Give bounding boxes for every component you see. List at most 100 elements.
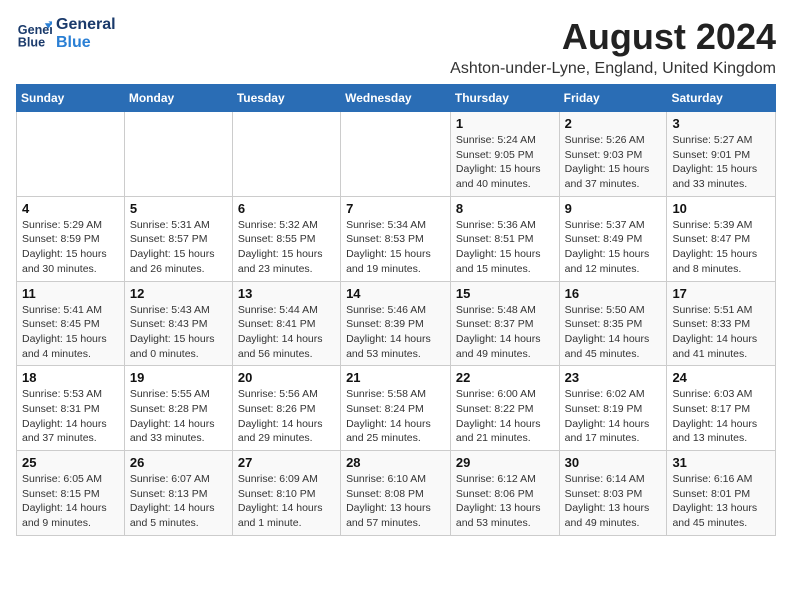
day-number: 6 — [238, 201, 335, 216]
calendar-cell: 9Sunrise: 5:37 AMSunset: 8:49 PMDaylight… — [559, 196, 667, 281]
day-info: Sunrise: 5:56 AMSunset: 8:26 PMDaylight:… — [238, 387, 335, 446]
week-row-3: 11Sunrise: 5:41 AMSunset: 8:45 PMDayligh… — [17, 281, 776, 366]
calendar-cell: 23 Sunrise: 6:02 AMSunset: 8:19 PMDayligh… — [559, 366, 667, 451]
day-number: 12 — [130, 286, 227, 301]
calendar-cell: 27Sunrise: 6:09 AMSunset: 8:10 PMDayligh… — [232, 451, 340, 536]
calendar-cell — [341, 112, 451, 197]
calendar-cell: 24 Sunrise: 6:03 AMSunset: 8:17 PMDayligh… — [667, 366, 776, 451]
day-number: 24 — [672, 370, 770, 385]
day-info: Sunrise: 6:10 AMSunset: 8:08 PMDaylight:… — [346, 472, 445, 531]
logo-line1: General — [56, 16, 116, 34]
calendar-cell: 2 Sunrise: 5:26 AMSunset: 9:03 PMDaylight… — [559, 112, 667, 197]
calendar-cell: 21Sunrise: 5:58 AMSunset: 8:24 PMDayligh… — [341, 366, 451, 451]
day-info: Sunrise: 5:39 AMSunset: 8:47 PMDaylight:… — [672, 218, 770, 277]
calendar-cell: 22Sunrise: 6:00 AMSunset: 8:22 PMDayligh… — [450, 366, 559, 451]
day-header-thursday: Thursday — [450, 85, 559, 112]
day-number: 20 — [238, 370, 335, 385]
day-number: 26 — [130, 455, 227, 470]
day-info: Sunrise: 5:48 AMSunset: 8:37 PMDaylight:… — [456, 303, 554, 362]
calendar-cell: 25 Sunrise: 6:05 AMSunset: 8:15 PMDayligh… — [17, 451, 125, 536]
day-number: 29 — [456, 455, 554, 470]
day-info: Sunrise: 6:12 AMSunset: 8:06 PMDaylight:… — [456, 472, 554, 531]
day-number: 30 — [565, 455, 662, 470]
logo: General Blue General Blue — [16, 16, 116, 52]
page-title: August 2024 — [450, 16, 776, 58]
title-area: August 2024 Ashton-under-Lyne, England, … — [450, 16, 776, 78]
calendar-table: SundayMondayTuesdayWednesdayThursdayFrid… — [16, 84, 776, 536]
day-info: Sunrise: 6:05 AMSunset: 8:15 PMDaylight:… — [22, 472, 119, 531]
calendar-cell: 16 Sunrise: 5:50 AMSunset: 8:35 PMDayligh… — [559, 281, 667, 366]
day-header-wednesday: Wednesday — [341, 85, 451, 112]
day-info: Sunrise: 5:26 AMSunset: 9:03 PMDaylight:… — [565, 133, 662, 192]
day-header-tuesday: Tuesday — [232, 85, 340, 112]
day-number: 1 — [456, 116, 554, 131]
day-number: 31 — [672, 455, 770, 470]
day-info: Sunrise: 5:29 AMSunset: 8:59 PMDaylight:… — [22, 218, 119, 277]
calendar-cell: 5 Sunrise: 5:31 AMSunset: 8:57 PMDaylight… — [124, 196, 232, 281]
day-header-friday: Friday — [559, 85, 667, 112]
header: General Blue General Blue August 2024 As… — [16, 16, 776, 78]
week-row-5: 25 Sunrise: 6:05 AMSunset: 8:15 PMDayligh… — [17, 451, 776, 536]
calendar-cell: 26 Sunrise: 6:07 AMSunset: 8:13 PMDayligh… — [124, 451, 232, 536]
day-number: 25 — [22, 455, 119, 470]
page-subtitle: Ashton-under-Lyne, England, United Kingd… — [450, 60, 776, 78]
day-info: Sunrise: 5:46 AMSunset: 8:39 PMDaylight:… — [346, 303, 445, 362]
day-info: Sunrise: 6:03 AMSunset: 8:17 PMDaylight:… — [672, 387, 770, 446]
calendar-cell: 20 Sunrise: 5:56 AMSunset: 8:26 PMDayligh… — [232, 366, 340, 451]
day-number: 11 — [22, 286, 119, 301]
calendar-cell: 28 Sunrise: 6:10 AMSunset: 8:08 PMDayligh… — [341, 451, 451, 536]
day-number: 14 — [346, 286, 445, 301]
day-number: 17 — [672, 286, 770, 301]
calendar-cell: 6 Sunrise: 5:32 AMSunset: 8:55 PMDaylight… — [232, 196, 340, 281]
day-number: 7 — [346, 201, 445, 216]
day-number: 5 — [130, 201, 227, 216]
week-row-4: 18 Sunrise: 5:53 AMSunset: 8:31 PMDayligh… — [17, 366, 776, 451]
day-number: 28 — [346, 455, 445, 470]
day-header-sunday: Sunday — [17, 85, 125, 112]
calendar-cell — [17, 112, 125, 197]
day-number: 2 — [565, 116, 662, 131]
day-number: 21 — [346, 370, 445, 385]
calendar-cell: 15 Sunrise: 5:48 AMSunset: 8:37 PMDayligh… — [450, 281, 559, 366]
calendar-cell: 7Sunrise: 5:34 AMSunset: 8:53 PMDaylight… — [341, 196, 451, 281]
day-number: 13 — [238, 286, 335, 301]
day-info: Sunrise: 5:53 AMSunset: 8:31 PMDaylight:… — [22, 387, 119, 446]
day-info: Sunrise: 5:50 AMSunset: 8:35 PMDaylight:… — [565, 303, 662, 362]
calendar-cell: 3 Sunrise: 5:27 AMSunset: 9:01 PMDaylight… — [667, 112, 776, 197]
day-header-saturday: Saturday — [667, 85, 776, 112]
calendar-cell: 1Sunrise: 5:24 AMSunset: 9:05 PMDaylight… — [450, 112, 559, 197]
day-info: Sunrise: 5:43 AMSunset: 8:43 PMDaylight:… — [130, 303, 227, 362]
calendar-cell: 31 Sunrise: 6:16 AMSunset: 8:01 PMDayligh… — [667, 451, 776, 536]
day-number: 9 — [565, 201, 662, 216]
calendar-header-row: SundayMondayTuesdayWednesdayThursdayFrid… — [17, 85, 776, 112]
day-info: Sunrise: 6:07 AMSunset: 8:13 PMDaylight:… — [130, 472, 227, 531]
calendar-cell: 10 Sunrise: 5:39 AMSunset: 8:47 PMDayligh… — [667, 196, 776, 281]
day-number: 16 — [565, 286, 662, 301]
calendar-cell: 8Sunrise: 5:36 AMSunset: 8:51 PMDaylight… — [450, 196, 559, 281]
day-header-monday: Monday — [124, 85, 232, 112]
calendar-cell: 12 Sunrise: 5:43 AMSunset: 8:43 PMDayligh… — [124, 281, 232, 366]
day-number: 23 — [565, 370, 662, 385]
day-info: Sunrise: 6:16 AMSunset: 8:01 PMDaylight:… — [672, 472, 770, 531]
day-info: Sunrise: 5:31 AMSunset: 8:57 PMDaylight:… — [130, 218, 227, 277]
calendar-cell: 4Sunrise: 5:29 AMSunset: 8:59 PMDaylight… — [17, 196, 125, 281]
day-number: 15 — [456, 286, 554, 301]
day-info: Sunrise: 5:44 AMSunset: 8:41 PMDaylight:… — [238, 303, 335, 362]
day-number: 19 — [130, 370, 227, 385]
day-info: Sunrise: 6:09 AMSunset: 8:10 PMDaylight:… — [238, 472, 335, 531]
day-number: 10 — [672, 201, 770, 216]
day-number: 3 — [672, 116, 770, 131]
day-info: Sunrise: 5:32 AMSunset: 8:55 PMDaylight:… — [238, 218, 335, 277]
day-number: 22 — [456, 370, 554, 385]
calendar-cell: 14 Sunrise: 5:46 AMSunset: 8:39 PMDayligh… — [341, 281, 451, 366]
day-info: Sunrise: 6:14 AMSunset: 8:03 PMDaylight:… — [565, 472, 662, 531]
day-info: Sunrise: 6:02 AMSunset: 8:19 PMDaylight:… — [565, 387, 662, 446]
day-number: 8 — [456, 201, 554, 216]
day-number: 18 — [22, 370, 119, 385]
day-info: Sunrise: 5:27 AMSunset: 9:01 PMDaylight:… — [672, 133, 770, 192]
calendar-cell: 30 Sunrise: 6:14 AMSunset: 8:03 PMDayligh… — [559, 451, 667, 536]
calendar-cell: 18 Sunrise: 5:53 AMSunset: 8:31 PMDayligh… — [17, 366, 125, 451]
calendar-cell: 13 Sunrise: 5:44 AMSunset: 8:41 PMDayligh… — [232, 281, 340, 366]
week-row-1: 1Sunrise: 5:24 AMSunset: 9:05 PMDaylight… — [17, 112, 776, 197]
calendar-cell: 17Sunrise: 5:51 AMSunset: 8:33 PMDayligh… — [667, 281, 776, 366]
